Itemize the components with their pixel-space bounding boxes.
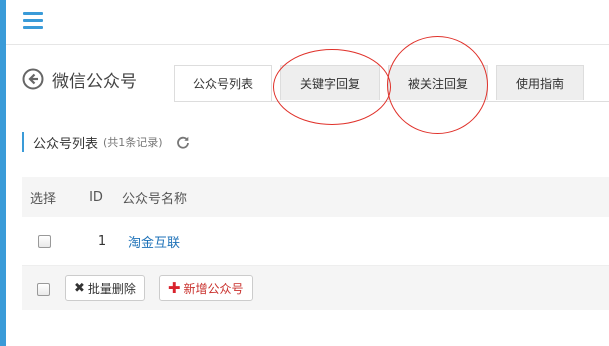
table-row: 1 淘金互联 bbox=[22, 217, 609, 266]
account-name-link[interactable]: 淘金互联 bbox=[128, 232, 609, 251]
tab-keyword-reply[interactable]: 关键字回复 bbox=[280, 65, 380, 100]
tab-follow-reply[interactable]: 被关注回复 bbox=[388, 65, 488, 100]
back-arrow-icon[interactable] bbox=[22, 68, 44, 90]
table-footer: ✖ 批量删除 ✚ 新增公众号 bbox=[22, 266, 609, 310]
x-icon: ✖ bbox=[74, 280, 85, 296]
tab-account-list[interactable]: 公众号列表 bbox=[174, 65, 272, 101]
section-header: 公众号列表 (共1条记录) bbox=[22, 131, 190, 153]
hamburger-menu-icon[interactable] bbox=[23, 12, 43, 32]
accounts-table: 选择 ID 公众号名称 1 淘金互联 ✖ 批量删除 ✚ 新增公众号 bbox=[22, 177, 609, 310]
tab-usage-guide[interactable]: 使用指南 bbox=[496, 65, 584, 100]
add-account-label: 新增公众号 bbox=[183, 281, 244, 296]
footer-select-cell bbox=[22, 279, 65, 298]
section-title: 公众号列表 bbox=[33, 136, 99, 152]
refresh-icon[interactable] bbox=[176, 135, 190, 149]
table-header: 选择 ID 公众号名称 bbox=[22, 177, 609, 217]
header-name: 公众号名称 bbox=[122, 191, 188, 207]
page-title: 微信公众号 bbox=[52, 71, 137, 92]
row-select-cell bbox=[22, 234, 70, 249]
header-id: ID bbox=[89, 189, 103, 205]
plus-icon: ✚ bbox=[167, 279, 181, 297]
record-count: (共1条记录) bbox=[103, 136, 163, 149]
page-header: 微信公众号 bbox=[22, 66, 137, 92]
batch-delete-button[interactable]: ✖ 批量删除 bbox=[65, 275, 145, 301]
add-account-button[interactable]: ✚ 新增公众号 bbox=[158, 275, 253, 301]
batch-delete-label: 批量删除 bbox=[87, 281, 136, 296]
left-accent-bar bbox=[0, 0, 6, 346]
header-select: 选择 bbox=[30, 191, 57, 207]
row-checkbox[interactable] bbox=[38, 234, 51, 248]
row-id: 1 bbox=[97, 233, 107, 249]
header-divider bbox=[6, 44, 609, 45]
tab-bar: 公众号列表 关键字回复 被关注回复 使用指南 bbox=[174, 65, 609, 102]
select-all-checkbox[interactable] bbox=[37, 282, 50, 296]
section-marker bbox=[22, 132, 24, 152]
